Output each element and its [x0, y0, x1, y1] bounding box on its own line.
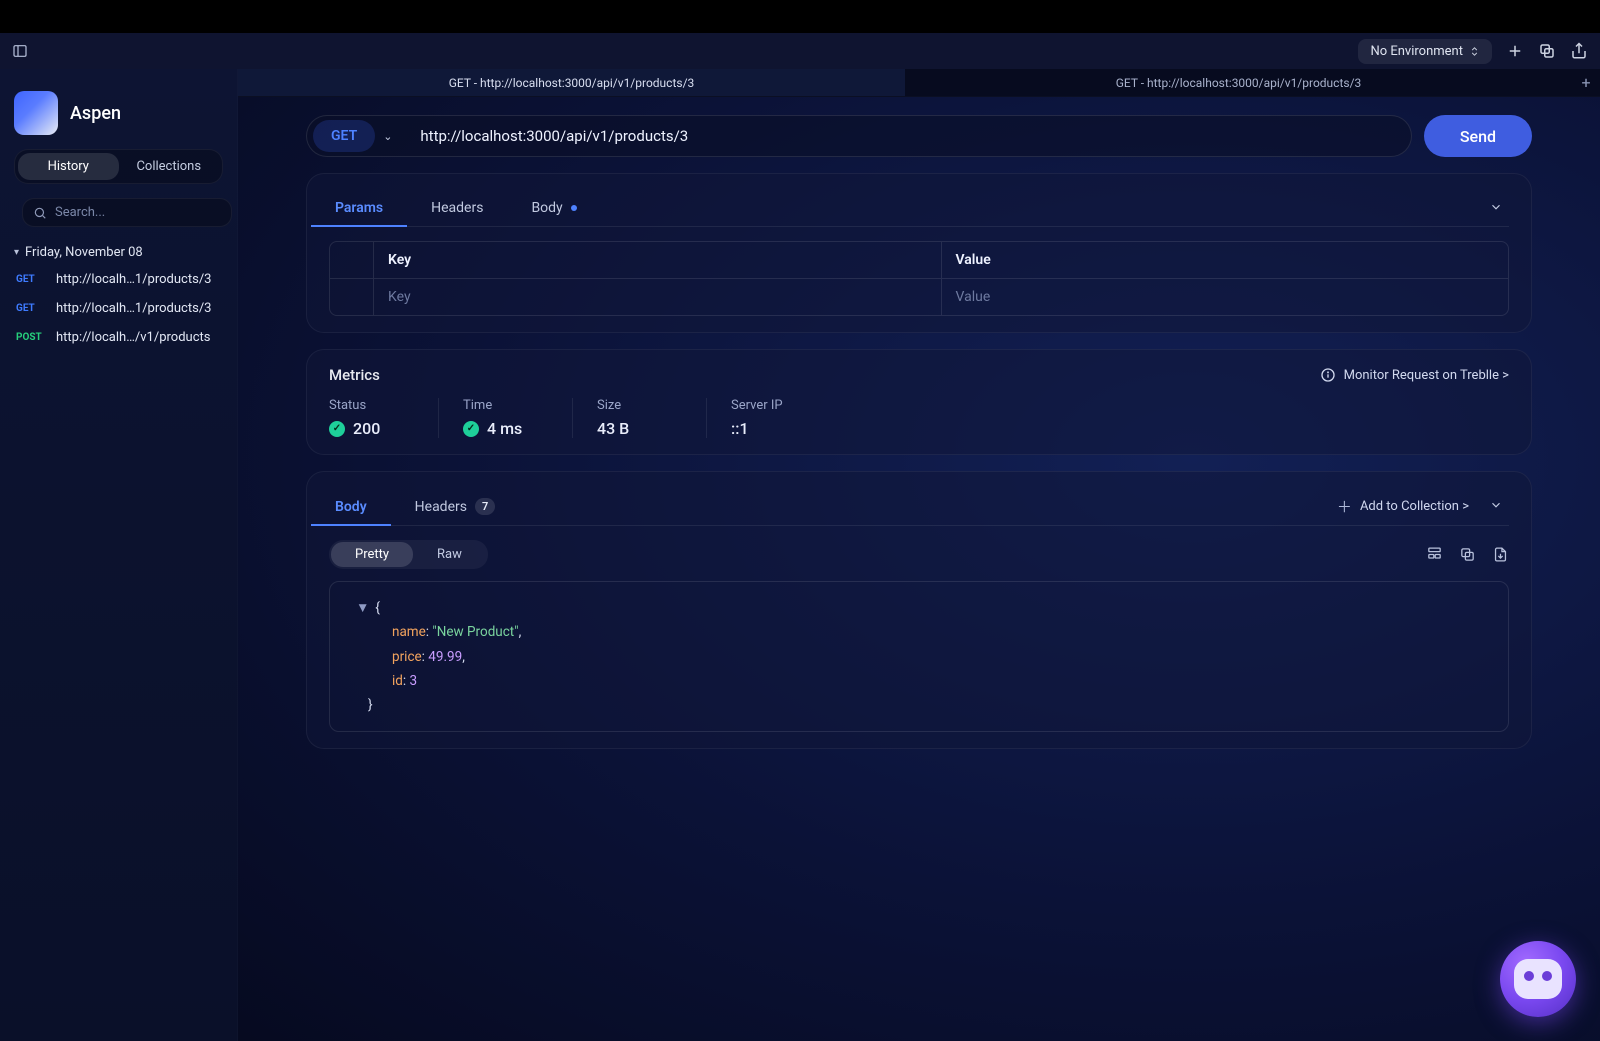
tab-headers[interactable]: Headers [425, 190, 489, 226]
toolbar: No Environment [0, 33, 1600, 69]
environment-label: No Environment [1370, 44, 1463, 59]
expand-toggle[interactable] [1483, 491, 1509, 522]
history-group-header[interactable]: ▾ Friday, November 08 [14, 245, 223, 260]
app-logo [14, 91, 58, 135]
request-tab[interactable]: GET - http://localhost:3000/api/v1/produ… [905, 69, 1572, 96]
sidebar: Aspen History Collections ▾ Friday, Nove… [0, 69, 238, 1041]
plus-icon[interactable] [1506, 42, 1524, 60]
response-tab-body[interactable]: Body [329, 489, 373, 525]
response-body[interactable]: ▼{ name: "New Product", price: 49.99, id… [329, 581, 1509, 732]
history-method: GET [16, 303, 46, 314]
params-value-header: Value [942, 242, 1509, 278]
request-row: GET ⌄ Send [306, 115, 1532, 157]
metrics-card: Metrics Monitor Request on Treblle > Sta… [306, 349, 1532, 455]
check-icon: ✓ [463, 421, 479, 437]
info-icon [1320, 367, 1336, 383]
request-tab[interactable]: GET - http://localhost:3000/api/v1/produ… [238, 69, 905, 96]
history-item[interactable]: GET http://localh…1/products/3 [14, 268, 223, 291]
updown-icon [1469, 46, 1480, 57]
history-url: http://localh…1/products/3 [56, 272, 212, 287]
monitor-link[interactable]: Monitor Request on Treblle > [1320, 367, 1509, 383]
params-value-input[interactable]: Value [942, 279, 1509, 315]
request-config-card: Params Headers Body Key Value [306, 173, 1532, 333]
new-tab-button[interactable]: + [1572, 69, 1600, 96]
metric-server-ip: Server IP ::1 [731, 398, 841, 438]
response-tab-headers[interactable]: Headers 7 [409, 488, 502, 525]
copy-icon[interactable] [1538, 42, 1556, 60]
params-table: Key Value Key Value [329, 241, 1509, 316]
check-icon: ✓ [329, 421, 345, 437]
format-pretty[interactable]: Pretty [331, 542, 413, 567]
sidebar-segment: History Collections [14, 149, 223, 184]
tab-params[interactable]: Params [329, 190, 389, 226]
search-box[interactable] [22, 198, 232, 227]
chevron-down-icon [1489, 498, 1503, 512]
download-icon[interactable] [1492, 546, 1509, 563]
search-input[interactable] [55, 205, 221, 220]
chevron-down-icon: ▾ [14, 247, 19, 258]
url-input[interactable] [420, 127, 1392, 145]
search-icon [33, 206, 47, 220]
environment-selector[interactable]: No Environment [1358, 39, 1492, 64]
tabs-bar: GET - http://localhost:3000/api/v1/produ… [238, 69, 1600, 97]
robot-icon [1514, 959, 1562, 999]
tab-body[interactable]: Body [525, 190, 582, 226]
metric-time: Time ✓4 ms [463, 398, 573, 438]
metrics-title: Metrics [329, 366, 380, 384]
chevron-down-icon [1489, 200, 1503, 214]
format-raw[interactable]: Raw [413, 542, 486, 567]
history-group-label: Friday, November 08 [25, 245, 143, 260]
dirty-dot-icon [571, 205, 577, 211]
segment-collections[interactable]: Collections [119, 153, 220, 180]
tab-label: GET - http://localhost:3000/api/v1/produ… [449, 76, 695, 90]
tree-view-icon[interactable] [1426, 546, 1443, 563]
params-checkbox[interactable] [330, 279, 374, 315]
response-card: Body Headers 7 ＋ Add to Collection > [306, 471, 1532, 749]
add-to-collection-button[interactable]: ＋ Add to Collection > [1337, 496, 1469, 517]
app-name: Aspen [70, 103, 121, 124]
history-url: http://localh…1/products/3 [56, 301, 212, 316]
panel-toggle-icon[interactable] [12, 43, 28, 59]
params-key-input[interactable]: Key [374, 279, 942, 315]
history-url: http://localh…/v1/products [56, 330, 210, 345]
collapse-toggle-icon[interactable]: ▼ [356, 600, 369, 616]
share-icon[interactable] [1570, 42, 1588, 60]
expand-toggle[interactable] [1483, 193, 1509, 224]
chevron-down-icon: ⌄ [383, 130, 392, 143]
titlebar [0, 0, 1600, 33]
segment-history[interactable]: History [18, 153, 119, 180]
params-key-header: Key [374, 242, 942, 278]
copy-icon[interactable] [1459, 546, 1476, 563]
send-button[interactable]: Send [1424, 115, 1532, 157]
history-method: GET [16, 274, 46, 285]
tab-label: GET - http://localhost:3000/api/v1/produ… [1116, 76, 1362, 90]
method-pill: GET [313, 120, 375, 152]
headers-count-badge: 7 [475, 498, 495, 515]
history-item[interactable]: POST http://localh…/v1/products [14, 326, 223, 349]
metric-status: Status ✓200 [329, 398, 439, 438]
history-item[interactable]: GET http://localh…1/products/3 [14, 297, 223, 320]
method-selector[interactable]: GET ⌄ [306, 115, 402, 157]
metric-size: Size 43 B [597, 398, 707, 438]
plus-icon: ＋ [1337, 496, 1352, 517]
main: GET - http://localhost:3000/api/v1/produ… [238, 69, 1600, 1041]
url-box[interactable] [402, 115, 1411, 157]
params-checkbox-header [330, 242, 374, 278]
format-segment: Pretty Raw [329, 540, 488, 569]
history-method: POST [16, 332, 46, 343]
assistant-fab[interactable] [1500, 941, 1576, 1017]
brand: Aspen [14, 91, 223, 135]
